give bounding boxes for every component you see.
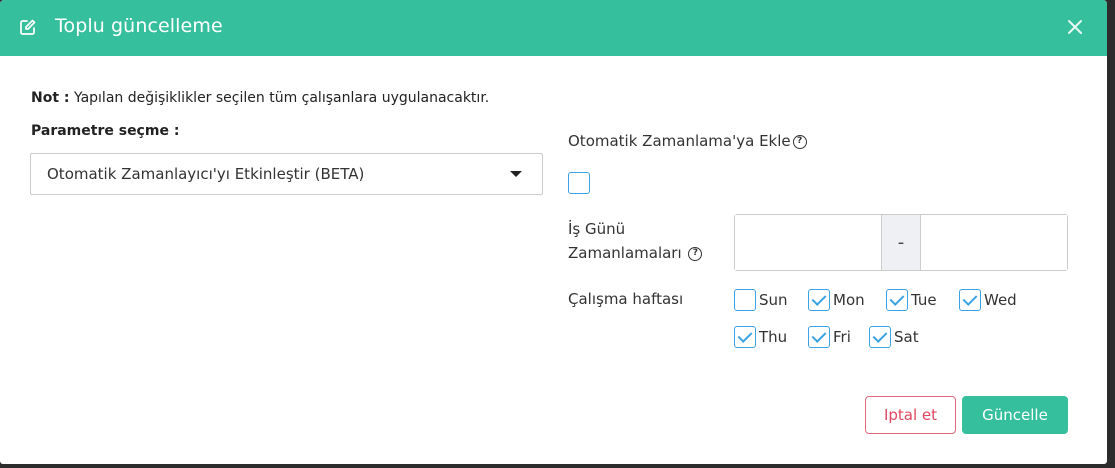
time-separator: - bbox=[881, 215, 921, 270]
day-label: Wed bbox=[984, 291, 1017, 309]
modal-title: Toplu güncelleme bbox=[55, 15, 223, 37]
work-day-label: İş Günü Zamanlamaları ? bbox=[568, 217, 718, 265]
day-label: Sat bbox=[894, 328, 919, 346]
note-body: Yapılan değişiklikler seçilen tüm çalışa… bbox=[69, 90, 490, 106]
day-checkbox[interactable] bbox=[959, 289, 981, 311]
day-thu[interactable]: Thu bbox=[734, 325, 787, 349]
help-icon[interactable]: ? bbox=[792, 134, 807, 149]
close-icon[interactable] bbox=[1065, 17, 1085, 37]
day-fri[interactable]: Fri bbox=[808, 325, 851, 349]
work-end-time-input[interactable] bbox=[921, 215, 1067, 270]
day-mon[interactable]: Mon bbox=[808, 288, 865, 312]
work-week-label: Çalışma haftası bbox=[568, 290, 684, 308]
day-checkbox[interactable] bbox=[869, 326, 891, 348]
parameter-select[interactable]: Otomatik Zamanlayıcı'yı Etkinleştir (BET… bbox=[30, 153, 543, 195]
auto-schedule-checkbox[interactable] bbox=[568, 172, 590, 194]
cancel-button[interactable]: Iptal et bbox=[865, 396, 956, 434]
day-sat[interactable]: Sat bbox=[869, 325, 919, 349]
parameter-selected-value: Otomatik Zamanlayıcı'yı Etkinleştir (BET… bbox=[47, 165, 365, 183]
update-button[interactable]: Güncelle bbox=[962, 396, 1068, 434]
day-label: Tue bbox=[911, 291, 937, 309]
day-wed[interactable]: Wed bbox=[959, 288, 1017, 312]
day-checkbox[interactable] bbox=[734, 326, 756, 348]
day-label: Mon bbox=[833, 291, 865, 309]
day-checkbox[interactable] bbox=[734, 289, 756, 311]
day-label: Thu bbox=[759, 328, 788, 346]
parameter-label: Parametre seçme : bbox=[31, 123, 180, 139]
work-day-label-text: İş Günü Zamanlamaları bbox=[568, 220, 682, 262]
note-text: Not : Yapılan değişiklikler seçilen tüm … bbox=[31, 90, 489, 106]
day-sun[interactable]: Sun bbox=[734, 288, 788, 312]
bulk-update-modal: Toplu güncelleme Not : Yapılan değişikli… bbox=[0, 0, 1107, 464]
note-prefix: Not : bbox=[31, 90, 70, 106]
day-checkbox[interactable] bbox=[808, 289, 830, 311]
modal-header: Toplu güncelleme bbox=[0, 0, 1107, 56]
day-tue[interactable]: Tue bbox=[886, 288, 937, 312]
day-label: Sun bbox=[759, 291, 788, 309]
work-start-time-input[interactable] bbox=[735, 215, 881, 270]
day-checkbox[interactable] bbox=[886, 289, 908, 311]
auto-schedule-label-text: Otomatik Zamanlama'ya Ekle bbox=[568, 132, 791, 150]
auto-schedule-label: Otomatik Zamanlama'ya Ekle? bbox=[568, 132, 807, 150]
help-icon[interactable]: ? bbox=[688, 246, 703, 261]
work-day-time-range: - bbox=[734, 214, 1068, 271]
day-label: Fri bbox=[833, 328, 851, 346]
edit-icon bbox=[20, 19, 36, 35]
caret-down-icon bbox=[510, 171, 522, 177]
day-checkbox[interactable] bbox=[808, 326, 830, 348]
